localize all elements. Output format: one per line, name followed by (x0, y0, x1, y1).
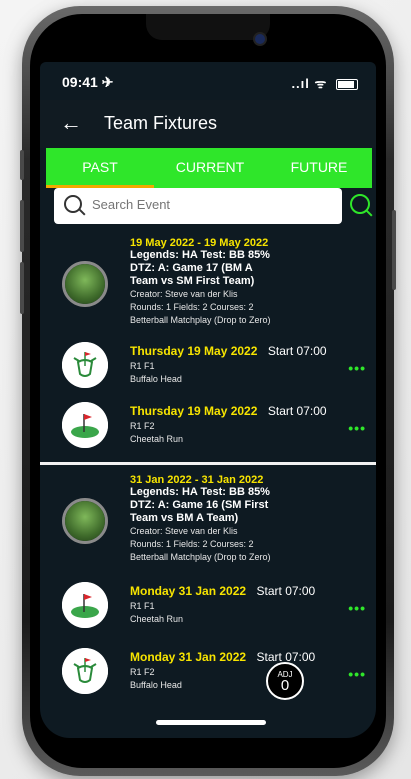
fixture-course: Buffalo Head (130, 680, 182, 690)
more-options-icon[interactable]: ••• (348, 600, 366, 616)
fixture-field: R1 F1 (130, 361, 155, 371)
volume-down-button (20, 262, 24, 314)
fixture-avatar (62, 582, 108, 628)
fixture-date: Thursday 19 May 2022 (130, 404, 258, 418)
more-options-icon[interactable]: ••• (348, 666, 366, 682)
event-format: Betterball Matchplay (Drop to Zero) (130, 315, 271, 325)
event-logo-avatar (62, 261, 108, 307)
app-screen: 09:41 ✈ ..ıl ᯤ ← Team Fixtures PAST CURR… (40, 62, 376, 738)
fixture-date: Thursday 19 May 2022 (130, 344, 258, 358)
event-name-line: DTZ: A: Game 16 (SM First (130, 499, 269, 511)
tab-future[interactable]: FUTURE (266, 148, 372, 188)
event-logo-avatar (62, 498, 108, 544)
search-input[interactable] (90, 196, 334, 213)
status-bar: 09:41 ✈ ..ıl ᯤ (40, 62, 376, 100)
fixture-field: R1 F1 (130, 601, 155, 611)
fixture-field: R1 F2 (130, 667, 155, 677)
event-name-line: Legends: HA Test: BB 85% (130, 249, 270, 261)
tab-past[interactable]: PAST (46, 148, 154, 188)
fixture-start-time: Start 07:00 (267, 344, 327, 358)
home-indicator[interactable] (156, 720, 266, 725)
fixture-avatar (62, 402, 108, 448)
search-box (54, 188, 342, 224)
fixture-course: Cheetah Run (130, 434, 184, 444)
fixture-field: R1 F2 (130, 421, 155, 431)
fixture-date: Monday 31 Jan 2022 (130, 584, 247, 598)
status-indicators: ..ıl ᯤ (291, 74, 358, 92)
event-name-line: Legends: HA Test: BB 85% (130, 486, 270, 498)
fixture-course: Cheetah Run (130, 614, 184, 624)
power-button (392, 210, 396, 290)
buffalo-golf-icon (62, 342, 108, 388)
event-date-range: 31 Jan 2022 - 31 Jan 2022 (130, 474, 264, 486)
event-name-line: Team vs BM A Team) (130, 512, 239, 524)
battery-icon (336, 79, 358, 91)
adj-counter-button[interactable]: ADJ 0 (266, 662, 304, 700)
fixture-start-time: Start 07:00 (256, 584, 316, 598)
front-camera-icon (255, 34, 265, 44)
signal-wifi-icon: ..ıl ᯤ (291, 76, 328, 91)
adj-count: 0 (280, 677, 290, 694)
fixture-item[interactable]: Monday 31 Jan 2022 Start 07:00 R1 F2 Buf… (130, 648, 370, 692)
golf-green-icon (62, 582, 108, 628)
event-date-range: 19 May 2022 - 19 May 2022 (130, 237, 269, 249)
fixture-item[interactable]: Monday 31 Jan 2022 Start 07:00 R1 F1 Che… (130, 582, 370, 626)
more-options-icon[interactable]: ••• (348, 360, 366, 376)
status-time: 09:41 ✈ (62, 74, 114, 90)
event-creator: Creator: Steve van der Klis (130, 526, 238, 536)
fixture-date: Monday 31 Jan 2022 (130, 650, 247, 664)
event-format: Betterball Matchplay (Drop to Zero) (130, 552, 271, 562)
search-button-icon[interactable] (350, 194, 373, 217)
event-name-line: DTZ: A: Game 17 (BM A (130, 262, 253, 274)
event-divider (40, 462, 376, 465)
fixture-item[interactable]: Thursday 19 May 2022 Start 07:00 R1 F2 C… (130, 402, 370, 446)
event-rounds: Rounds: 1 Fields: 2 Courses: 2 (130, 539, 254, 549)
volume-up-button (20, 200, 24, 252)
back-arrow-icon[interactable]: ← (60, 110, 82, 136)
golf-green-icon (62, 402, 108, 448)
fixture-tabs: PAST CURRENT FUTURE (46, 148, 372, 188)
event-name-line: Team vs SM First Team) (130, 275, 255, 287)
fixture-avatar (62, 648, 108, 694)
app-header: ← Team Fixtures (40, 100, 376, 148)
phone-notch (146, 14, 270, 40)
search-icon (64, 195, 82, 213)
fixture-item[interactable]: Thursday 19 May 2022 Start 07:00 R1 F1 B… (130, 342, 370, 386)
legends-logo-icon (65, 501, 105, 541)
page-title: Team Fixtures (104, 113, 218, 133)
fixture-start-time: Start 07:00 (267, 404, 327, 418)
fixture-avatar (62, 342, 108, 388)
mute-switch (20, 150, 24, 180)
event-creator: Creator: Steve van der Klis (130, 289, 238, 299)
event-rounds: Rounds: 1 Fields: 2 Courses: 2 (130, 302, 254, 312)
buffalo-golf-icon (62, 648, 108, 694)
legends-logo-icon (65, 264, 105, 304)
event-summary[interactable]: 31 Jan 2022 - 31 Jan 2022 Legends: HA Te… (130, 474, 370, 564)
tab-current[interactable]: CURRENT (154, 148, 266, 188)
more-options-icon[interactable]: ••• (348, 420, 366, 436)
fixture-course: Buffalo Head (130, 374, 182, 384)
event-summary[interactable]: 19 May 2022 - 19 May 2022 Legends: HA Te… (130, 237, 370, 327)
